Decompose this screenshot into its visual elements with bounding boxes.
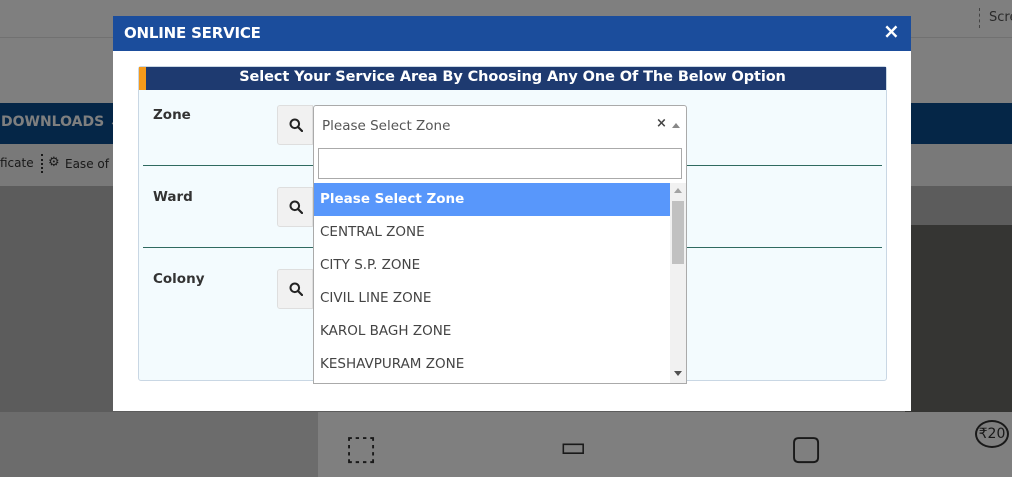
ward-search-button[interactable]: [277, 187, 313, 227]
dropdown-scrollbar[interactable]: [670, 183, 686, 383]
online-service-modal: ONLINE SERVICE × Select Your Service Are…: [113, 16, 911, 411]
zone-option[interactable]: KESHAVPURAM ZONE: [314, 348, 670, 381]
scrollbar-thumb[interactable]: [672, 201, 684, 264]
clear-icon[interactable]: ×: [656, 116, 667, 131]
panel-title: Select Your Service Area By Choosing Any…: [239, 69, 786, 85]
modal-title: ONLINE SERVICE: [124, 24, 261, 42]
zone-options-list: Please Select Zone CENTRAL ZONE CITY S.P. …: [314, 183, 670, 383]
zone-dropdown: Please Select Zone CENTRAL ZONE CITY S.P. …: [313, 144, 687, 384]
zone-search-button[interactable]: [277, 105, 313, 145]
close-icon[interactable]: ×: [883, 19, 900, 43]
zone-select-value: Please Select Zone: [322, 118, 451, 134]
zone-option[interactable]: Please Select Zone: [314, 183, 670, 216]
colony-label: Colony: [153, 271, 205, 287]
zone-option[interactable]: KAROL BAGH ZONE: [314, 315, 670, 348]
search-icon: [289, 200, 303, 214]
zone-option[interactable]: CENTRAL ZONE: [314, 216, 670, 249]
zone-option[interactable]: CITY S.P. ZONE: [314, 249, 670, 282]
zone-search-input[interactable]: [318, 148, 682, 179]
zone-select[interactable]: Please Select Zone ×: [313, 105, 687, 145]
search-icon: [289, 118, 303, 132]
ward-label: Ward: [153, 189, 193, 205]
search-icon: [289, 282, 303, 296]
scroll-down-icon[interactable]: [674, 371, 682, 376]
modal-header: ONLINE SERVICE ×: [113, 16, 911, 51]
zone-option[interactable]: CIVIL LINE ZONE: [314, 282, 670, 315]
colony-search-button[interactable]: [277, 269, 313, 309]
chevron-up-icon[interactable]: [672, 123, 680, 128]
service-area-panel: Select Your Service Area By Choosing Any…: [138, 66, 887, 384]
scroll-up-icon[interactable]: [674, 188, 682, 193]
zone-label: Zone: [153, 107, 191, 123]
panel-header: Select Your Service Area By Choosing Any…: [139, 67, 886, 90]
